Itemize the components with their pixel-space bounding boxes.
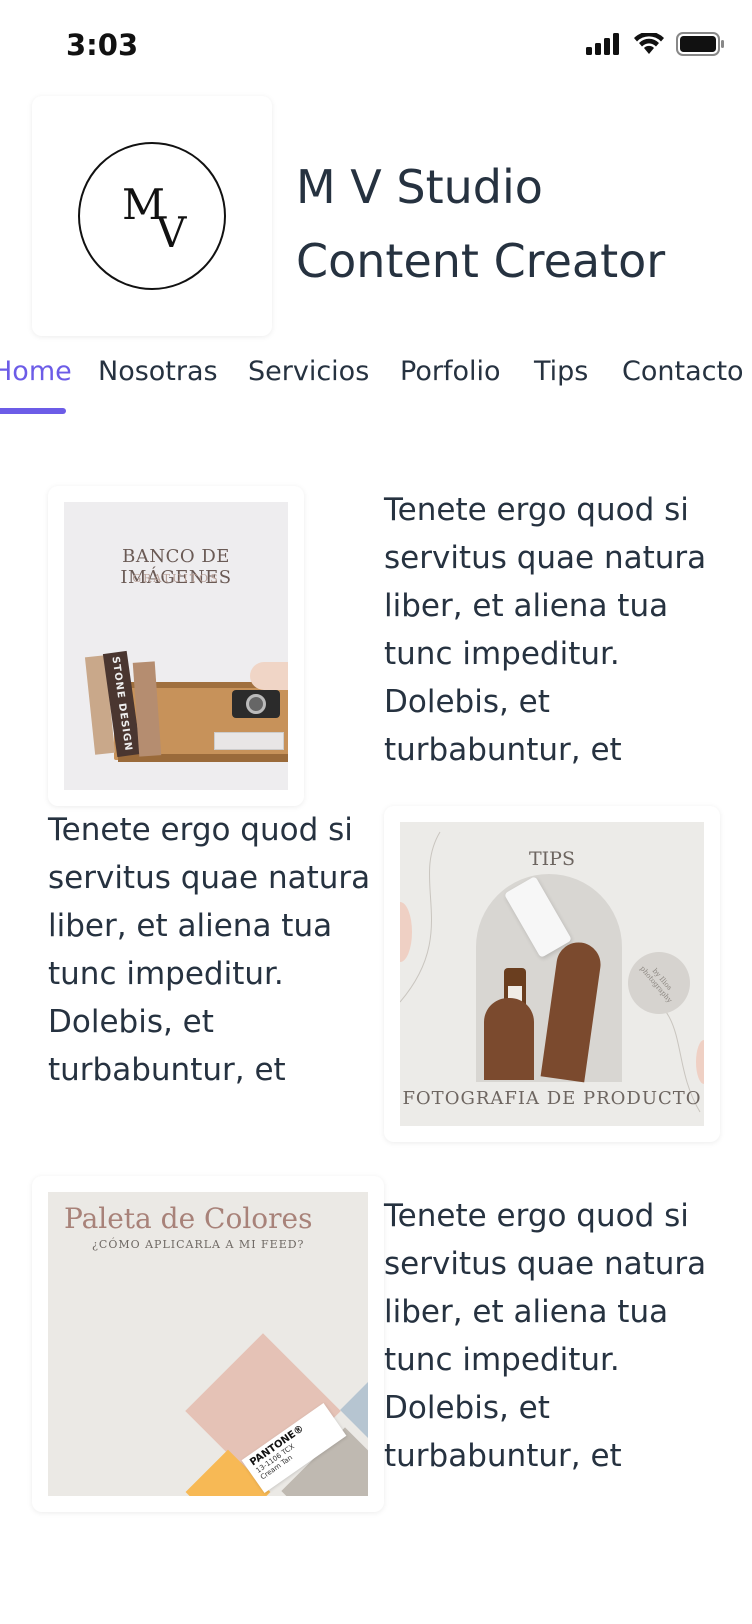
hand-left: [484, 998, 534, 1080]
logo-letter-v: V: [156, 208, 187, 257]
nav-item-tips[interactable]: Tips: [534, 356, 588, 387]
image-title: Paleta de Colores: [64, 1202, 313, 1235]
stamp-text: by Ilios photography: [638, 964, 674, 1005]
site-title-line2: Content Creator: [296, 234, 666, 288]
image-paleta-colores: Paleta de Colores ¿CÓMO APLICARLA A MI F…: [48, 1192, 368, 1496]
image-title: TIPS: [529, 848, 575, 870]
logo-card[interactable]: M V: [32, 96, 272, 336]
photography-stamp: by Ilios photography: [628, 952, 690, 1014]
main-nav: Home Nosotras Servicios Porfolio Tips Co…: [0, 350, 752, 420]
image-banco-imagenes: BANCO DE IMÁGENES GRATUITOS STONE DESIGN: [64, 502, 288, 790]
wifi-icon: [634, 33, 664, 54]
image-subtitle: GRATUITOS: [132, 572, 220, 585]
nav-item-porfolio[interactable]: Porfolio: [400, 356, 501, 387]
cellular-signal-icon: [586, 33, 619, 55]
camera-lens: [246, 694, 266, 714]
nav-item-servicios[interactable]: Servicios: [248, 356, 369, 387]
status-icons: [586, 32, 724, 56]
nav-item-home[interactable]: Home: [0, 356, 72, 387]
image-card-paleta[interactable]: Paleta de Colores ¿CÓMO APLICARLA A MI F…: [32, 1176, 384, 1512]
block-text-3: Tenete ergo quod si servitus quae natura…: [384, 1198, 707, 1474]
site-title: M V Studio Content Creator: [296, 150, 665, 298]
battery-icon: [676, 32, 724, 56]
notebook: [214, 732, 284, 750]
camera: [232, 690, 280, 718]
hand: [250, 662, 288, 690]
logo-icon: M V: [78, 142, 226, 290]
nav-active-indicator: [0, 408, 66, 414]
nav-item-contacto[interactable]: Contacto: [622, 356, 744, 387]
status-time: 3:03: [66, 28, 139, 62]
image-tips-producto: TIPS by Ilios photography FOTOGRAFIA DE …: [400, 822, 704, 1126]
image-card-banco[interactable]: BANCO DE IMÁGENES GRATUITOS STONE DESIGN: [48, 486, 304, 806]
status-bar: 3:03: [0, 0, 752, 96]
nav-item-nosotras[interactable]: Nosotras: [98, 356, 218, 387]
image-subtitle: ¿CÓMO APLICARLA A MI FEED?: [92, 1238, 305, 1251]
site-title-line1: M V Studio: [296, 160, 543, 214]
block-text-1: Tenete ergo quod si servitus quae natura…: [384, 492, 707, 768]
image-caption: FOTOGRAFIA DE PRODUCTO: [402, 1088, 702, 1109]
block-text-2: Tenete ergo quod si servitus quae natura…: [48, 812, 371, 1088]
image-card-tips[interactable]: TIPS by Ilios photography FOTOGRAFIA DE …: [384, 806, 720, 1142]
